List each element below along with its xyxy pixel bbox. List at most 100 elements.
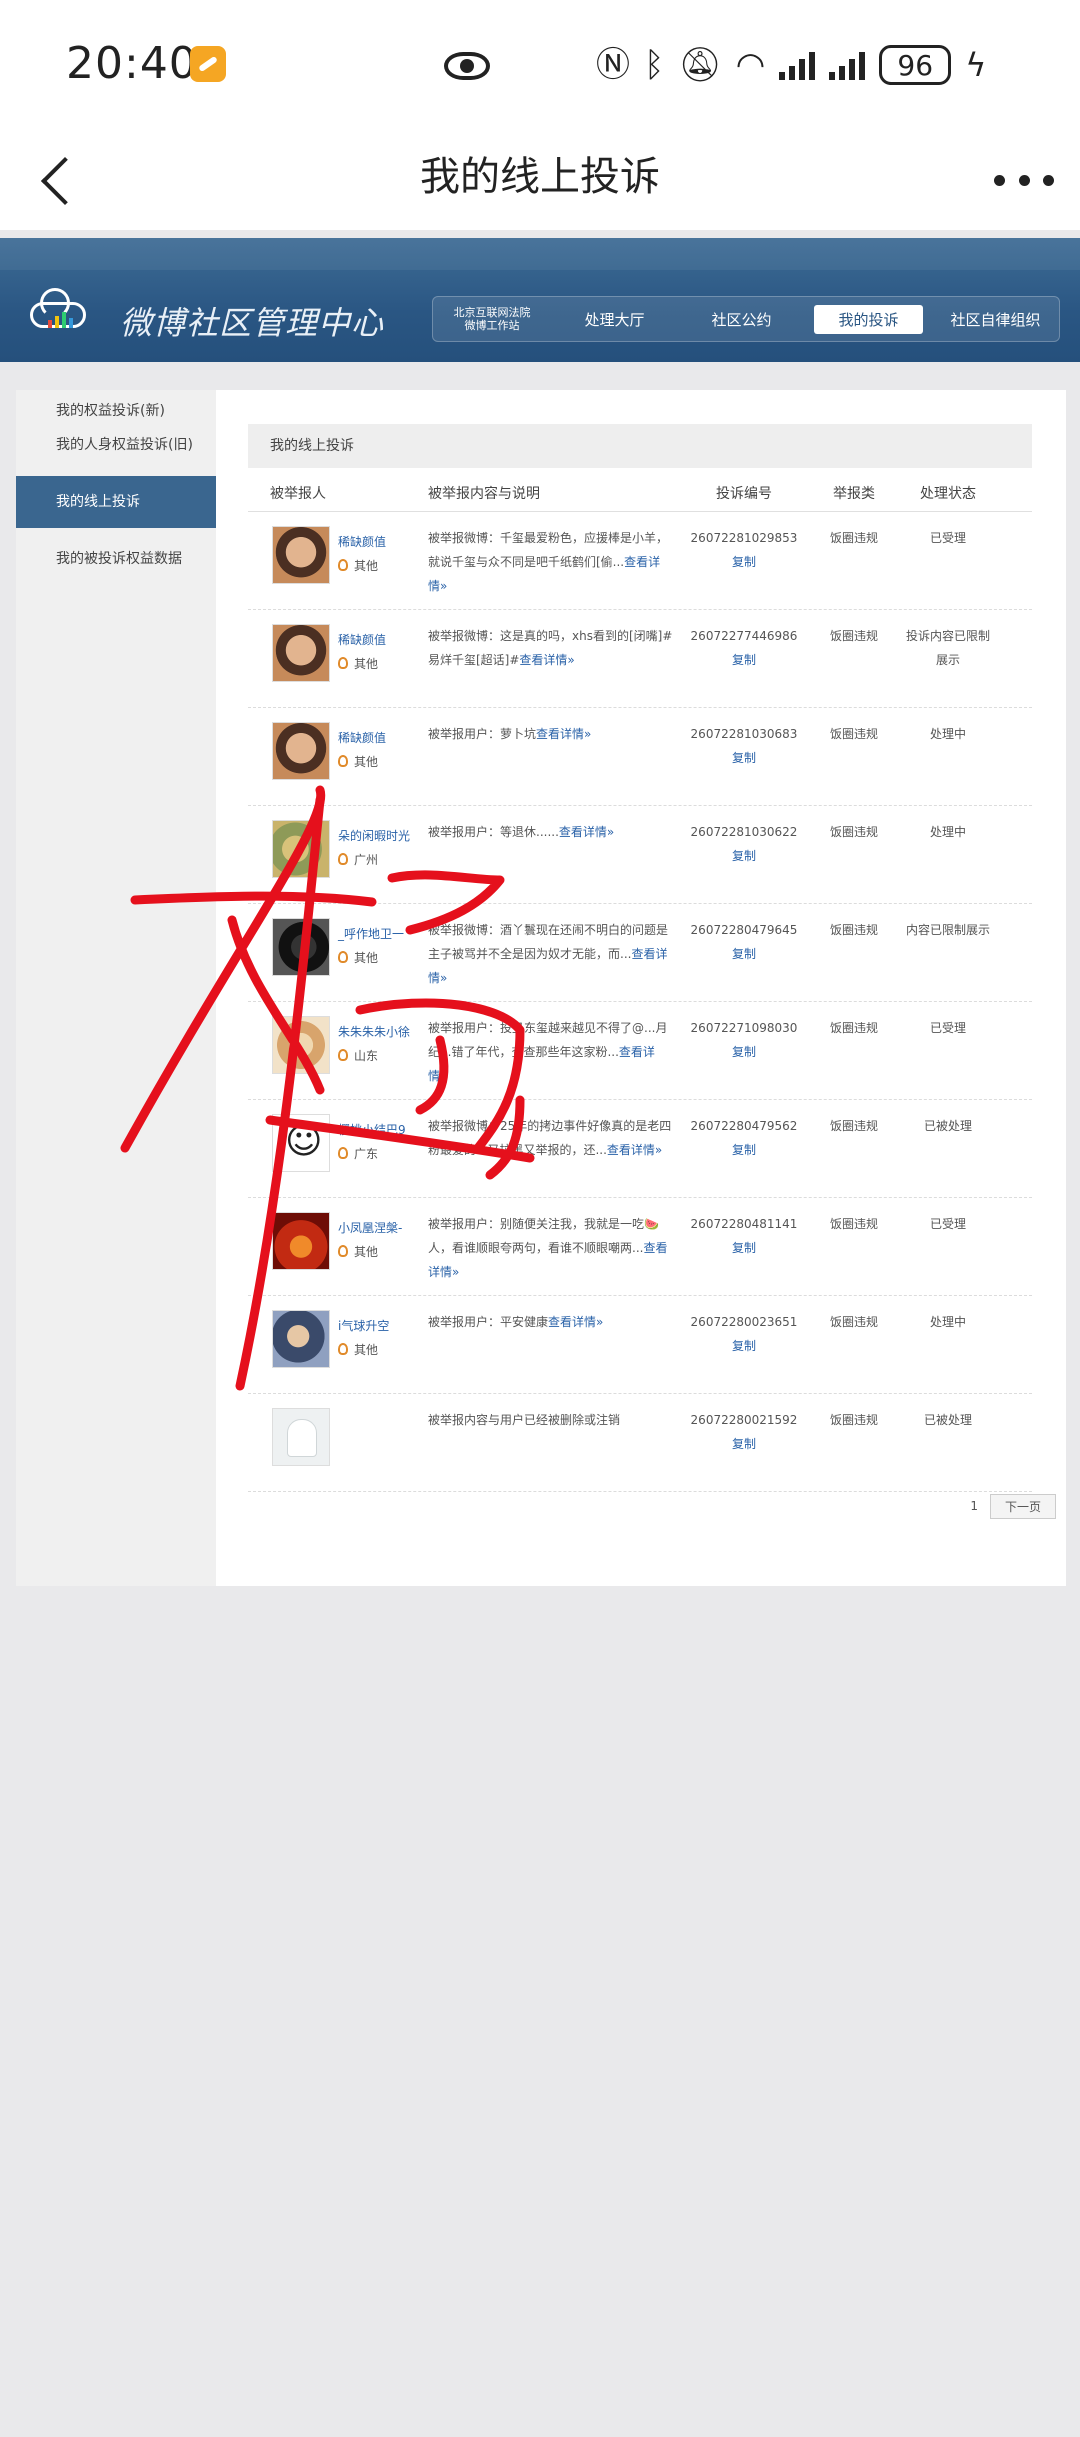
nav-convention[interactable]: 社区公约 [678, 309, 805, 330]
status-badge: 已受理 [929, 1021, 966, 1035]
location-pin-icon [338, 657, 348, 669]
copy-button[interactable]: 复制 [682, 550, 806, 574]
complaint-id-cell: 26072271098030 复制 [682, 1002, 806, 1099]
copy-button[interactable]: 复制 [682, 844, 806, 868]
copy-button[interactable]: 复制 [682, 648, 806, 672]
complaint-id-cell: 26072280479645 复制 [682, 904, 806, 1001]
avatar[interactable] [272, 722, 330, 780]
sidebar-item-personal-old[interactable]: 我的人身权益投诉(旧) [16, 426, 216, 464]
main-panel: 我的权益投诉(新) 我的人身权益投诉(旧) 我的线上投诉 我的被投诉权益数据 我… [16, 390, 1066, 1586]
report-content: 被举报内容与用户已经被删除或注销 [428, 1413, 621, 1427]
location-pin-icon [338, 951, 348, 963]
col-type: 举报类 [833, 486, 875, 502]
reported-user-cell: _呼作地卫一 其他 [248, 904, 426, 1001]
complaint-id-cell: 26072280023651 复制 [682, 1296, 806, 1393]
report-content-cell: 被举报用户：萝卜坑查看详情» [426, 708, 682, 805]
view-detail-link[interactable]: 查看详情» [519, 653, 574, 667]
nav-court[interactable]: 北京互联网法院 微博工作站 [433, 306, 551, 332]
copy-button[interactable]: 复制 [682, 746, 806, 770]
pager: 1 下一页 [970, 1493, 1056, 1519]
report-content: 被举报用户：平安健康 [428, 1315, 549, 1329]
copy-button[interactable]: 复制 [682, 1236, 806, 1260]
sidebar-item-complained-data[interactable]: 我的被投诉权益数据 [16, 540, 216, 578]
charging-icon: ϟ [965, 46, 987, 84]
user-name[interactable]: 朱朱朱朱小徐 [338, 1020, 410, 1044]
cloud-logo-icon [22, 288, 92, 332]
avatar[interactable] [272, 1408, 330, 1466]
table-row: i气球升空 其他 被举报用户：平安健康查看详情» 26072280023651 复制 饭圈… [248, 1296, 1032, 1394]
signal-icon-2 [829, 50, 866, 80]
report-content-cell: 被举报微博：千玺最爱粉色，应援棒是小羊，就说千玺与众不同是吧千纸鹤们[偷...查… [426, 512, 682, 609]
report-content: 被举报用户：别随便关注我，我就是一吃🍉人，看谁顺眼夸两句，看谁不顺眼嘲两... [428, 1217, 659, 1255]
complaint-id: 26072271098030 [690, 1021, 798, 1035]
nav-self-regulation[interactable]: 社区自律组织 [932, 309, 1059, 330]
complaint-id: 26072277446986 [690, 629, 798, 643]
report-type: 饭圈违规 [829, 531, 878, 545]
weibo-banner: 微博社区管理中心 北京互联网法院 微博工作站 处理大厅 社区公约 我的投诉 社区… [0, 238, 1080, 362]
copy-button[interactable]: 复制 [682, 942, 806, 966]
copy-button[interactable]: 复制 [682, 1040, 806, 1064]
complaint-id: 26072280021592 [690, 1413, 798, 1427]
col-status: 处理状态 [920, 486, 976, 502]
report-type: 饭圈违规 [829, 1315, 878, 1329]
avatar[interactable] [272, 1310, 330, 1368]
avatar[interactable] [272, 1016, 330, 1074]
reported-user-cell: 稀缺颜值 其他 [248, 512, 426, 609]
report-content-cell: 被举报内容与用户已经被删除或注销 [426, 1394, 682, 1491]
user-name[interactable]: 稀缺颜值 [338, 628, 386, 652]
status-badge: 已受理 [929, 531, 966, 545]
copy-button[interactable]: 复制 [682, 1138, 806, 1162]
report-type: 饭圈违规 [829, 1021, 878, 1035]
complaint-id-cell: 26072281029853 复制 [682, 512, 806, 609]
avatar[interactable] [272, 820, 330, 878]
avatar[interactable] [272, 918, 330, 976]
user-location: 其他 [338, 652, 386, 676]
table-row: 稀缺颜值 其他 被举报微博：千玺最爱粉色，应援棒是小羊，就说千玺与众不同是吧千纸鹤们… [248, 512, 1032, 610]
more-icon[interactable] [994, 160, 1054, 200]
mute-bell-icon: 🔕︎ [678, 45, 722, 85]
copy-button[interactable]: 复制 [682, 1334, 806, 1358]
view-detail-link[interactable]: 查看详情» [548, 1315, 603, 1329]
complaint-id-cell: 26072281030683 复制 [682, 708, 806, 805]
user-location: 其他 [338, 554, 386, 578]
status-badge: 投诉内容已限制展示 [905, 629, 990, 667]
view-detail-link[interactable]: 查看详情» [607, 1143, 662, 1157]
sidebar-item-online[interactable]: 我的线上投诉 [16, 476, 216, 528]
table-body: 稀缺颜值 其他 被举报微博：千玺最爱粉色，应援棒是小羊，就说千玺与众不同是吧千纸鹤们… [248, 512, 1032, 1492]
user-name[interactable]: 稀缺颜值 [338, 726, 386, 750]
sidebar: 我的权益投诉(新) 我的人身权益投诉(旧) 我的线上投诉 我的被投诉权益数据 [16, 390, 216, 1586]
page-title: 我的线上投诉 [420, 154, 660, 200]
user-location: 广东 [338, 1142, 406, 1166]
wifi-icon: ◠ [735, 45, 766, 85]
nav-my-complaints[interactable]: 我的投诉 [805, 304, 932, 334]
user-name[interactable]: 小凤凰涅槃- [338, 1216, 402, 1240]
view-detail-link[interactable]: 查看详情» [559, 825, 614, 839]
status-badge: 处理中 [929, 727, 966, 741]
report-type: 饭圈违规 [829, 825, 878, 839]
copy-button[interactable]: 复制 [682, 1432, 806, 1456]
sidebar-item-rights-new[interactable]: 我的权益投诉(新) [16, 396, 216, 426]
avatar[interactable] [272, 1212, 330, 1270]
reported-user-cell [248, 1394, 426, 1491]
report-content-cell: 被举报微博：这是真的吗，xhs看到的[闭嘴]#易烊千玺[超话]#查看详情» [426, 610, 682, 707]
user-name[interactable]: _呼作地卫一 [338, 922, 404, 946]
nav-hall[interactable]: 处理大厅 [551, 309, 678, 330]
user-location: 其他 [338, 750, 386, 774]
complaint-id: 26072280479562 [690, 1119, 798, 1133]
reported-user-cell: 朵的闲暇时光 广州 [248, 806, 426, 903]
user-name[interactable]: 樱桃小结巴9 [338, 1118, 406, 1142]
page-number[interactable]: 1 [970, 1499, 978, 1513]
avatar[interactable] [272, 526, 330, 584]
next-page-button[interactable]: 下一页 [989, 1493, 1056, 1519]
avatar[interactable] [272, 1114, 330, 1172]
location-pin-icon [338, 1343, 348, 1355]
user-name[interactable]: 稀缺颜值 [338, 530, 386, 554]
user-name[interactable]: i气球升空 [338, 1314, 389, 1338]
signal-icon [779, 50, 816, 80]
user-name[interactable]: 朵的闲暇时光 [338, 824, 410, 848]
report-type: 饭圈违规 [829, 1217, 878, 1231]
view-detail-link[interactable]: 查看详情» [536, 727, 591, 741]
complaint-id: 26072280479645 [690, 923, 798, 937]
nfc-icon: Ⓝ [596, 45, 630, 85]
avatar[interactable] [272, 624, 330, 682]
